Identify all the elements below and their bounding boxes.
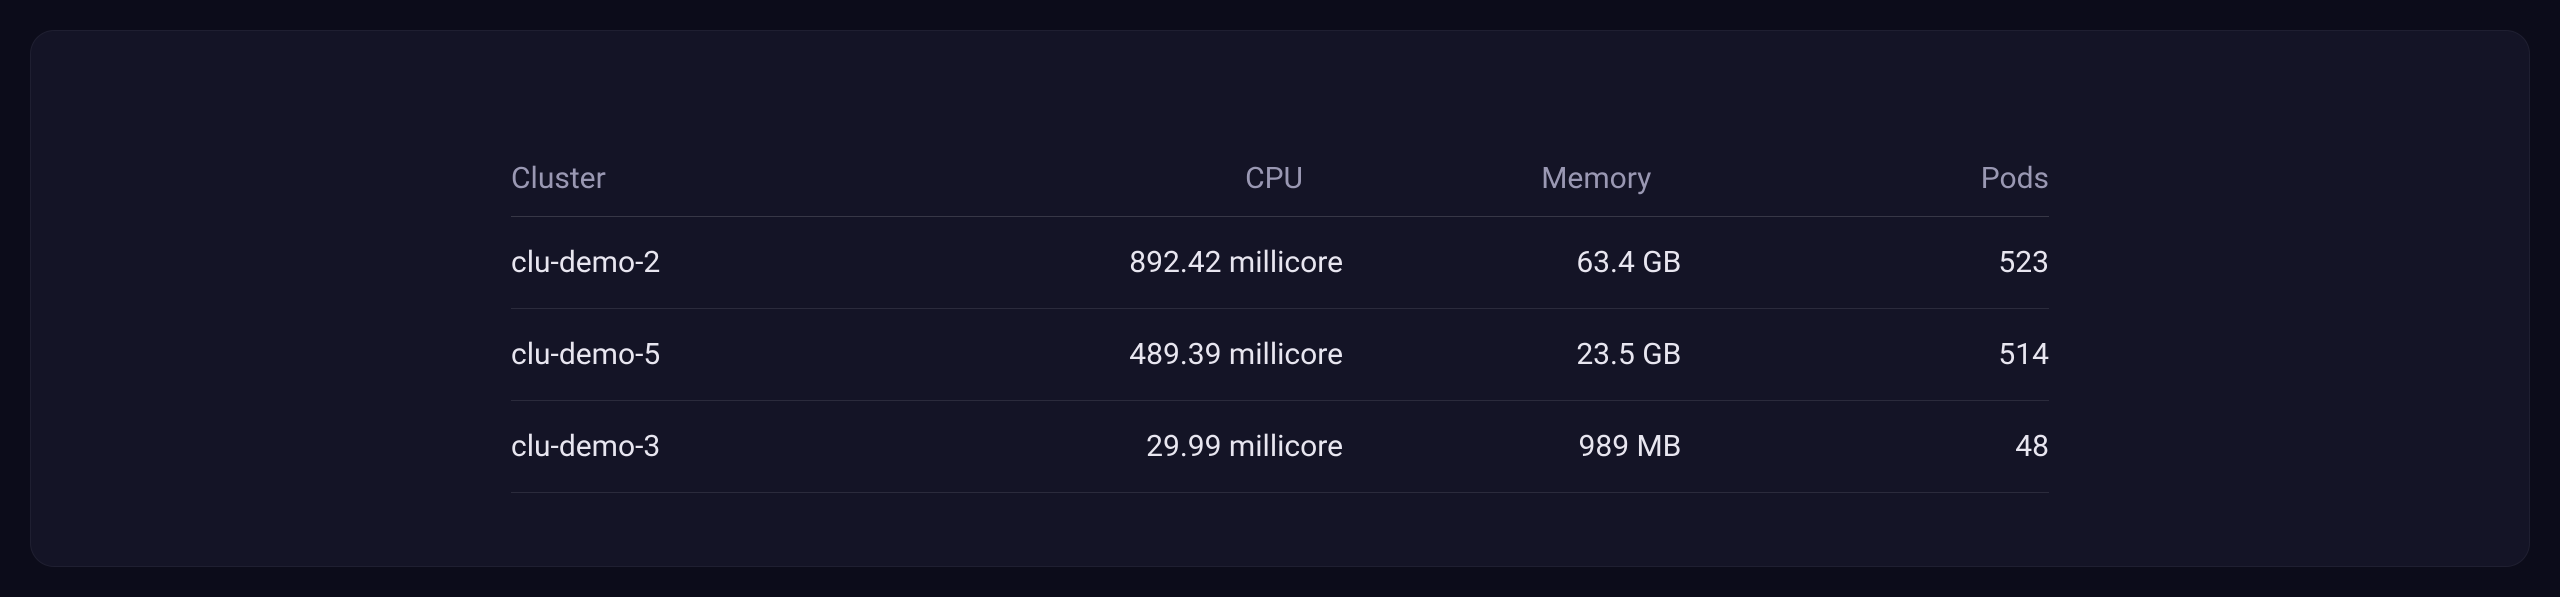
header-memory: Memory [1403,141,1741,217]
header-cpu: CPU [972,141,1403,217]
cell-cluster: clu-demo-2 [511,217,972,309]
table-header-row: Cluster CPU Memory Pods [511,141,2049,217]
table-row: clu-demo-2 892.42 millicore 63.4 GB 523 [511,217,2049,309]
cluster-table: Cluster CPU Memory Pods clu-demo-2 892.4… [511,141,2049,493]
cell-pods: 523 [1741,217,2049,309]
header-cluster: Cluster [511,141,972,217]
cell-memory: 989 MB [1403,401,1741,493]
cell-cpu: 29.99 millicore [972,401,1403,493]
table-row: clu-demo-5 489.39 millicore 23.5 GB 514 [511,309,2049,401]
cell-cluster: clu-demo-5 [511,309,972,401]
cluster-metrics-panel: Cluster CPU Memory Pods clu-demo-2 892.4… [30,30,2530,567]
header-pods: Pods [1741,141,2049,217]
cell-cpu: 489.39 millicore [972,309,1403,401]
cell-memory: 63.4 GB [1403,217,1741,309]
cell-pods: 514 [1741,309,2049,401]
table-row: clu-demo-3 29.99 millicore 989 MB 48 [511,401,2049,493]
cell-pods: 48 [1741,401,2049,493]
cell-memory: 23.5 GB [1403,309,1741,401]
cell-cluster: clu-demo-3 [511,401,972,493]
cell-cpu: 892.42 millicore [972,217,1403,309]
